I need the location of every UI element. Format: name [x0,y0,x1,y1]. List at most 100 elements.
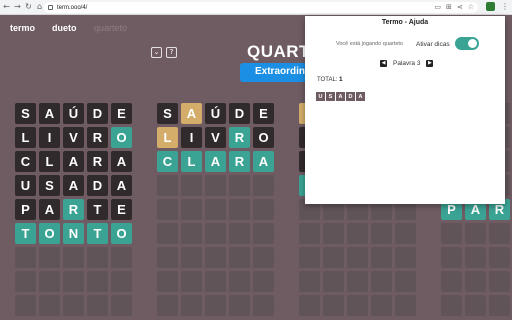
tile [87,247,108,268]
tile [229,199,250,220]
tile: E [253,103,274,124]
tile [371,295,392,316]
prev-word-button[interactable]: ◀ [380,60,387,67]
tile: A [253,151,274,172]
tile: S [15,103,36,124]
tile: A [63,175,84,196]
tile: L [181,151,202,172]
tab-dueto[interactable]: dueto [52,23,77,33]
tile [323,295,344,316]
browser-toolbar: ← → ↻ ⌂ term.ooo/4/ ▭ ⊞ ⋖ ☆ ⋮ [0,0,512,15]
tile: P [15,199,36,220]
tile [441,295,462,316]
board-2: SAÚDELIVROCLARA [157,103,274,316]
tile [347,247,368,268]
forward-icon[interactable]: → [12,1,23,14]
lock-icon [48,5,53,10]
tile [299,271,320,292]
tile: A [111,151,132,172]
tile [157,247,178,268]
hints-toggle[interactable] [455,37,479,50]
total-value: 1 [339,77,343,83]
back-icon[interactable]: ← [1,1,12,14]
tile [465,223,486,244]
tile [489,223,510,244]
browser-menu-icon[interactable]: ⋮ [501,2,509,11]
history-letter: S [326,92,335,101]
tile [441,271,462,292]
question-icon: ? [169,48,174,56]
playing-mode-text: Você está jogando quarteto [336,41,403,47]
tile: L [39,151,60,172]
tile [253,247,274,268]
total-label: TOTAL: [317,77,338,83]
tile [465,295,486,316]
tile [229,175,250,196]
tile: R [87,127,108,148]
help-popup: Termo - Ajuda Você está jogando quarteto… [305,16,505,204]
tile: O [253,127,274,148]
tile [371,247,392,268]
tile: O [39,223,60,244]
address-bar[interactable]: term.ooo/4/ ▭ ⊞ ⋖ ☆ [44,2,478,13]
tile [441,247,462,268]
tile [441,223,462,244]
stats-button[interactable]: ⌄ [151,47,162,58]
tile: V [63,127,84,148]
guess-history: USADA [316,92,365,101]
history-letter: D [346,92,355,101]
tile: L [157,127,178,148]
reload-icon[interactable]: ↻ [23,1,34,14]
tile [323,223,344,244]
tile [157,271,178,292]
tile: S [157,103,178,124]
tile [181,271,202,292]
help-button[interactable]: ? [166,47,177,58]
tab-termo[interactable]: termo [10,23,35,33]
difficulty-button[interactable]: Extraordin [240,63,312,82]
tile: U [15,175,36,196]
tile [63,247,84,268]
tile [205,247,226,268]
tile [253,295,274,316]
tile [15,295,36,316]
share-icon[interactable]: ⋖ [457,3,463,12]
toggle-knob [468,39,477,48]
tile [39,271,60,292]
tile: C [15,151,36,172]
bookmark-star-icon[interactable]: ☆ [468,3,474,12]
total-count: TOTAL: 1 [317,77,342,83]
tab-quarteto[interactable]: quarteto [94,23,127,33]
tile: L [15,127,36,148]
chevron-down-icon: ⌄ [153,48,160,56]
tile [157,295,178,316]
tile [87,271,108,292]
word-navigator: ◀ Palavra 3 ▶ [380,60,434,67]
history-letter: A [356,92,365,101]
tile [229,295,250,316]
cast-icon[interactable]: ▭ [434,3,441,12]
tile [39,295,60,316]
tile [229,271,250,292]
tile [299,223,320,244]
tile [15,247,36,268]
tile [323,247,344,268]
tile: O [111,127,132,148]
tile [489,295,510,316]
tile [253,223,274,244]
tile: V [205,127,226,148]
translate-icon[interactable]: ⊞ [446,3,452,12]
tile [205,199,226,220]
history-letter: A [336,92,345,101]
extension-icon[interactable] [486,2,495,11]
tile: T [15,223,36,244]
tile [111,247,132,268]
tile [111,295,132,316]
tile: I [181,127,202,148]
tile: C [157,151,178,172]
tile [181,223,202,244]
tile: R [229,127,250,148]
tile [39,247,60,268]
tile [489,271,510,292]
next-word-button[interactable]: ▶ [426,60,434,67]
